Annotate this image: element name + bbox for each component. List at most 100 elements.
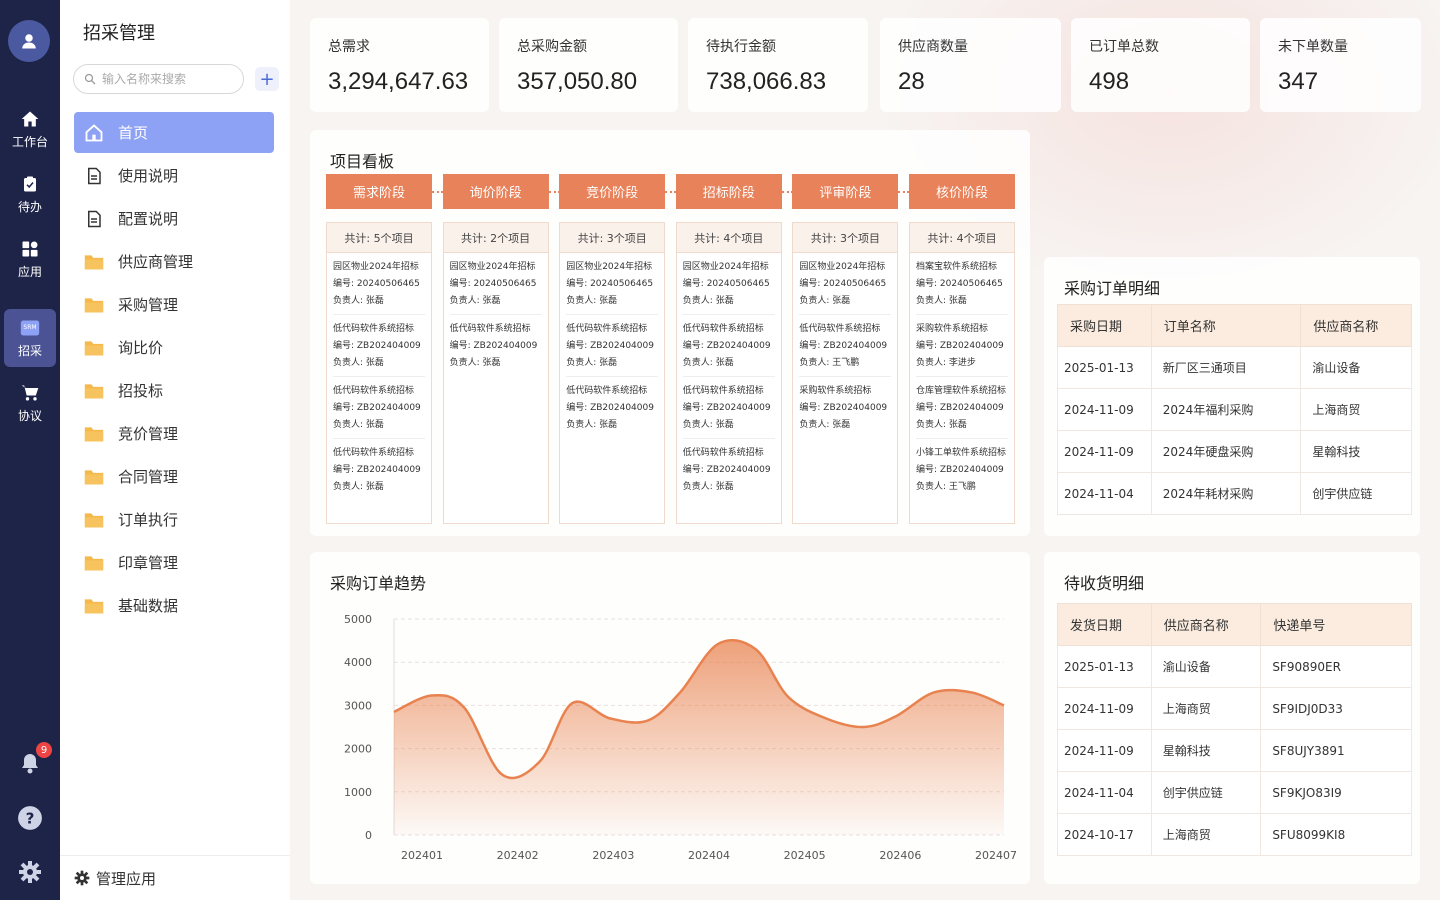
table-row[interactable]: 2024-11-04 创宇供应链 SF9KJO83I9	[1057, 771, 1412, 814]
manage-apps-button[interactable]: 管理应用	[60, 855, 290, 900]
stage-connector	[432, 191, 443, 193]
sidebar-item-5[interactable]: 采购管理	[74, 284, 274, 325]
stage-header-6[interactable]: 核价阶段	[909, 174, 1015, 209]
sidebar-item-label: 订单执行	[118, 511, 179, 529]
table-cell: 2024-11-09	[1057, 729, 1152, 772]
project-card[interactable]: 低代码软件系统招标 编号: ZB202404009 负责人: 张磊	[333, 439, 425, 500]
table-row[interactable]: 2024-11-09 2024年福利采购 上海商贸	[1057, 388, 1412, 431]
project-card[interactable]: 小锋工单软件系统招标 编号: ZB202404009 负责人: 王飞鹏	[916, 439, 1008, 500]
rail-item-5[interactable]: 协议	[4, 374, 56, 432]
table-cell: 星翰科技	[1300, 430, 1412, 473]
project-card[interactable]: 低代码软件系统招标 编号: ZB202404009 负责人: 张磊	[333, 315, 425, 377]
project-name: 小锋工单软件系统招标	[916, 448, 1007, 458]
project-card[interactable]: 采购软件系统招标 编号: ZB202404009 负责人: 张磊	[799, 377, 891, 438]
help-icon: ?	[18, 806, 42, 830]
table-row[interactable]: 2024-11-09 上海商贸 SF9IDJ0D33	[1057, 687, 1412, 730]
project-card[interactable]: 低代码软件系统招标 编号: ZB202404009 负责人: 王飞鹏	[799, 315, 892, 377]
table-row[interactable]: 2025-01-13 渝山设备 SF90890ER	[1057, 645, 1412, 688]
column-header: 快递单号	[1260, 603, 1412, 646]
table-cell: 2024-11-04	[1057, 771, 1152, 814]
project-owner: 负责人: 王飞鹏	[799, 358, 860, 368]
add-button[interactable]: +	[255, 67, 279, 91]
rail-item-4[interactable]: SRM 招采	[4, 309, 56, 367]
search-input[interactable]	[102, 72, 232, 86]
help-button[interactable]: ?	[16, 804, 44, 832]
sidebar-item-11[interactable]: 印章管理	[74, 542, 274, 583]
table-cell: SF8UJY3891	[1260, 729, 1412, 772]
stat-value: 498	[1089, 68, 1130, 95]
sidebar-item-3[interactable]: 配置说明	[74, 198, 274, 239]
stat-label: 供应商数量	[898, 39, 968, 55]
sidebar-item-2[interactable]: 使用说明	[74, 155, 274, 196]
project-code: 编号: ZB202404009	[333, 341, 421, 351]
sidebar-item-label: 配置说明	[118, 210, 179, 228]
table-cell: 创宇供应链	[1150, 771, 1262, 814]
column-header: 发货日期	[1057, 603, 1152, 646]
table-cell: 2024-11-09	[1057, 388, 1152, 431]
table-row[interactable]: 2024-11-09 2024年硬盘采购 星翰科技	[1057, 430, 1412, 473]
kanban-title: 项目看板	[330, 152, 395, 171]
sidebar-item-10[interactable]: 订单执行	[74, 499, 274, 540]
project-owner: 负责人: 张磊	[799, 296, 851, 306]
document-icon	[84, 166, 104, 186]
project-card[interactable]: 低代码软件系统招标 编号: ZB202404009 负责人: 张磊	[566, 377, 658, 438]
table-cell: 2024年耗材采购	[1150, 472, 1302, 515]
project-card[interactable]: 低代码软件系统招标 编号: ZB202404009 负责人: 张磊	[682, 377, 775, 439]
stat-label: 已订单总数	[1089, 39, 1159, 55]
project-card[interactable]: 仓库管理软件系统招标 编号: ZB202404009 负责人: 张磊	[916, 377, 1008, 439]
table-row[interactable]: 2024-10-17 上海商贸 SFU8099KI8	[1057, 813, 1412, 856]
table-row[interactable]: 2024-11-04 2024年耗材采购 创宇供应链	[1057, 472, 1412, 515]
sidebar-item-label: 供应商管理	[118, 253, 194, 271]
project-card[interactable]: 园区物业2024年招标 编号: 20240506465 负责人: 张磊	[799, 253, 892, 315]
search-box[interactable]	[73, 64, 244, 94]
project-card[interactable]: 低代码软件系统招标 编号: ZB202404009 负责人: 张磊	[566, 315, 659, 377]
table-header-row: 发货日期 供应商名称 快递单号	[1057, 603, 1412, 646]
sidebar-item-7[interactable]: 招投标	[74, 370, 274, 411]
project-card[interactable]: 低代码软件系统招标 编号: ZB202404009 负责人: 张磊	[450, 315, 542, 376]
stage-header-1[interactable]: 需求阶段	[326, 174, 432, 209]
home-icon	[20, 109, 40, 129]
avatar[interactable]	[8, 20, 50, 62]
project-name: 低代码软件系统招标	[449, 324, 531, 334]
project-card[interactable]: 园区物业2024年招标 编号: 20240506465 负责人: 张磊	[566, 253, 659, 315]
project-card[interactable]: 园区物业2024年招标 编号: 20240506465 负责人: 张磊	[682, 253, 775, 315]
stage-header-5[interactable]: 评审阶段	[792, 174, 899, 209]
project-card[interactable]: 采购软件系统招标 编号: ZB202404009 负责人: 李进步	[916, 315, 1008, 377]
stat-label: 总需求	[328, 39, 370, 55]
project-code: 编号: 20240506465	[449, 279, 537, 289]
column-header: 采购日期	[1057, 304, 1152, 347]
sidebar-item-4[interactable]: 供应商管理	[74, 241, 274, 282]
grid-icon	[20, 239, 40, 259]
project-owner: 负责人: 张磊	[333, 482, 384, 492]
rail-item-3[interactable]: 应用	[4, 230, 56, 288]
stage-header-2[interactable]: 询价阶段	[442, 174, 549, 209]
table-cell: 2025-01-13	[1057, 645, 1152, 688]
sidebar-item-12[interactable]: 基础数据	[74, 585, 274, 626]
rail-item-1[interactable]: 工作台	[4, 100, 56, 158]
project-card[interactable]: 低代码软件系统招标 编号: ZB202404009 负责人: 张磊	[683, 439, 775, 500]
project-card[interactable]: 低代码软件系统招标 编号: ZB202404009 负责人: 张磊	[333, 377, 425, 439]
project-owner: 负责人: 张磊	[449, 296, 501, 306]
sidebar-item-9[interactable]: 合同管理	[74, 456, 274, 497]
sidebar-item-6[interactable]: 询比价	[74, 327, 274, 368]
settings-button[interactable]	[16, 858, 44, 886]
sidebar-item-label: 合同管理	[118, 468, 179, 486]
stage-header-4[interactable]: 招标阶段	[675, 174, 782, 209]
rail-item-2[interactable]: 待办	[4, 165, 56, 223]
project-name: 低代码软件系统招标	[333, 324, 415, 334]
table-row[interactable]: 2025-01-13 新厂区三通项目 渝山设备	[1057, 346, 1412, 389]
project-owner: 负责人: 张磊	[682, 420, 734, 430]
sidebar-item-8[interactable]: 竞价管理	[74, 413, 274, 454]
project-card[interactable]: 低代码软件系统招标 编号: ZB202404009 负责人: 张磊	[682, 315, 775, 377]
project-owner: 负责人: 张磊	[333, 420, 384, 430]
table-row[interactable]: 2024-11-09 星翰科技 SF8UJY3891	[1057, 729, 1412, 772]
project-card[interactable]: 园区物业2024年招标 编号: 20240506465 负责人: 张磊	[333, 253, 425, 315]
sidebar-item-1[interactable]: 首页	[74, 112, 274, 153]
notification-bell[interactable]: 9	[16, 742, 52, 778]
stage-header-3[interactable]: 竞价阶段	[559, 174, 666, 209]
stat-label: 待执行金额	[706, 39, 776, 55]
folder-icon	[84, 553, 104, 573]
project-card[interactable]: 档案宝软件系统招标 编号: 20240506465 负责人: 张磊	[916, 253, 1008, 315]
x-tick-label: 202406	[879, 849, 921, 862]
project-card[interactable]: 园区物业2024年招标 编号: 20240506465 负责人: 张磊	[449, 253, 542, 315]
